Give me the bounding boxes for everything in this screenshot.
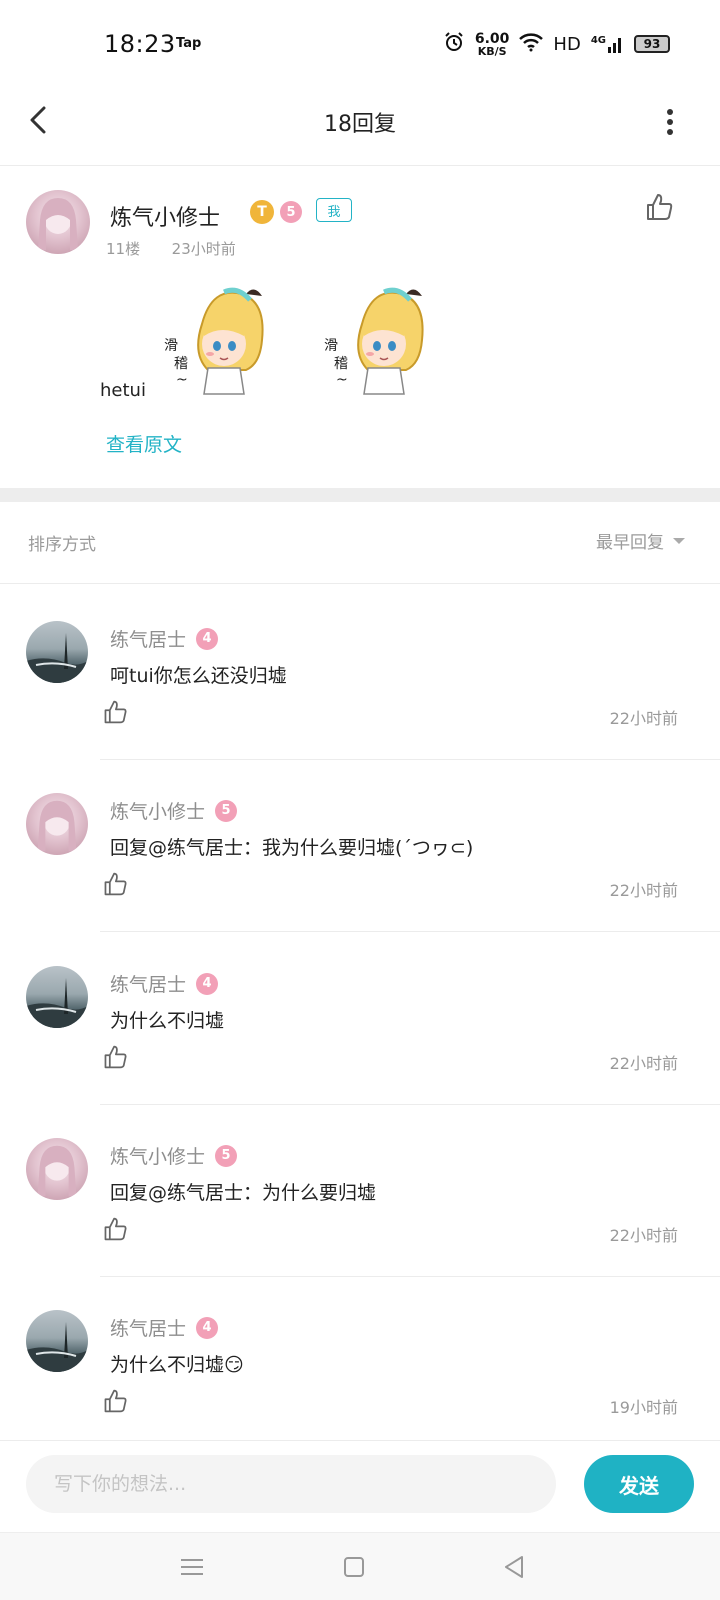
reply-avatar[interactable] — [26, 793, 88, 855]
reply-time: 22小时前 — [609, 1054, 678, 1073]
sticker-caption: 滑 — [164, 337, 178, 354]
reply-item: 练气居士 4 为什么不归墟😏 19小时前 — [0, 1274, 720, 1440]
page-title: 18回复 — [324, 112, 396, 137]
hd-indicator: HD — [553, 33, 581, 55]
net-speed-unit: KB/S — [477, 44, 507, 58]
battery-icon: 93 — [634, 35, 670, 53]
reply-text: 呵tui你怎么还没归墟 — [110, 665, 287, 687]
thumbs-up-icon — [104, 700, 127, 724]
signal-icon: 4G — [591, 35, 624, 53]
reply-text: 为什么不归墟😏 — [110, 1354, 244, 1376]
post-time: 23小时前 — [171, 240, 236, 258]
post-floor: 11楼 — [106, 240, 141, 258]
level-badge: 4 — [196, 1316, 219, 1339]
thumbs-up-icon — [104, 872, 127, 896]
reply-text: 回复@练气居士：为什么要归墟 — [110, 1182, 377, 1204]
view-original-link[interactable]: 查看原文 — [106, 430, 182, 457]
thumbs-up-icon — [647, 194, 673, 220]
reply-item: 练气居士 4 为什么不归墟 22小时前 — [0, 930, 720, 1105]
reply-item: 炼气小修士 5 回复@练气居士：我为什么要归墟(´つヮ⊂) 22小时前 — [0, 757, 720, 932]
home-nav-button[interactable] — [338, 1551, 370, 1583]
reply-author: 炼气小修士 5 — [110, 1142, 238, 1169]
sort-dropdown[interactable]: 最早回复 — [596, 528, 686, 553]
level-badge: 5 — [280, 201, 302, 223]
menu-icon — [181, 1559, 203, 1575]
level-badge: 4 — [196, 972, 219, 995]
reply-avatar[interactable] — [26, 621, 88, 683]
reply-like-button[interactable] — [102, 699, 128, 725]
svg-text:滑: 滑 — [324, 337, 338, 354]
reply-author: 练气居士 4 — [110, 1314, 219, 1341]
comment-bar: 发送 — [0, 1440, 720, 1532]
home-square-icon — [344, 1557, 364, 1577]
caret-down-icon — [673, 537, 685, 544]
net-speed-value: 6.00 — [474, 30, 510, 47]
reply-time: 22小时前 — [609, 709, 678, 728]
reply-text: 回复@练气居士：我为什么要归墟(´つヮ⊂) — [110, 837, 474, 859]
reply-like-button[interactable] — [102, 871, 128, 897]
top-bar: 18回复 — [0, 80, 720, 166]
back-nav-button[interactable] — [498, 1551, 530, 1583]
level-badge: 5 — [215, 1144, 238, 1167]
send-button[interactable]: 发送 — [584, 1455, 694, 1513]
reply-author-name[interactable]: 练气居士 — [110, 970, 186, 997]
thumbs-up-icon — [104, 1217, 127, 1241]
thumbs-up-icon — [104, 1045, 127, 1069]
reply-text: 为什么不归墟 — [110, 1010, 225, 1032]
reply-avatar[interactable] — [26, 1138, 88, 1200]
more-button[interactable] — [660, 102, 680, 142]
reply-time: 19小时前 — [609, 1398, 678, 1417]
system-nav-bar — [0, 1532, 720, 1600]
status-time: 18:23 — [104, 30, 176, 58]
title-badge: T — [250, 200, 274, 224]
reply-author: 练气居士 4 — [110, 625, 219, 652]
svg-text:稽: 稽 — [174, 356, 188, 372]
me-tag: 我 — [316, 198, 352, 222]
svg-text:~: ~ — [176, 372, 188, 388]
reply-author-name[interactable]: 炼气小修士 — [110, 797, 205, 824]
menu-nav-button[interactable] — [176, 1551, 208, 1583]
reply-author-name[interactable]: 炼气小修士 — [110, 1142, 205, 1169]
reply-author-name[interactable]: 练气居士 — [110, 625, 186, 652]
level-badge: 5 — [215, 799, 238, 822]
reply-time: 22小时前 — [609, 1226, 678, 1245]
reply-author: 炼气小修士 5 — [110, 797, 238, 824]
more-vertical-icon — [667, 109, 673, 135]
reply-author: 练气居士 4 — [110, 970, 219, 997]
reply-list: 练气居士 4 呵tui你怎么还没归墟 22小时前 炼气小修士 5 回复@练气居士… — [0, 585, 720, 1440]
post-author-avatar[interactable] — [26, 190, 90, 254]
post-text: hetui — [100, 380, 146, 401]
status-bar: 18:23 Tap 6.00 KB/S HD 4G 93 — [0, 0, 720, 80]
reply-avatar[interactable] — [26, 966, 88, 1028]
sticker-image[interactable]: 滑 稽 ~ — [322, 284, 430, 396]
reply-like-button[interactable] — [102, 1044, 128, 1070]
reply-like-button[interactable] — [102, 1388, 128, 1414]
alarm-icon — [443, 31, 465, 57]
network-type: 4G — [590, 35, 606, 46]
sort-bar: 排序方式 最早回复 — [0, 502, 720, 584]
reply-avatar[interactable] — [26, 1310, 88, 1372]
post-author-name[interactable]: 炼气小修士 — [110, 200, 220, 232]
reply-item: 练气居士 4 呵tui你怎么还没归墟 22小时前 — [0, 585, 720, 760]
svg-text:~: ~ — [336, 372, 348, 388]
post-meta: 11楼 23小时前 — [106, 238, 236, 259]
reply-item: 炼气小修士 5 回复@练气居士：为什么要归墟 22小时前 — [0, 1102, 720, 1277]
reply-time: 22小时前 — [609, 881, 678, 900]
net-speed: 6.00 KB/S — [475, 32, 510, 57]
post-like-button[interactable] — [644, 192, 674, 222]
reply-like-button[interactable] — [102, 1216, 128, 1242]
svg-text:稽: 稽 — [334, 356, 348, 372]
back-triangle-icon — [505, 1556, 523, 1578]
comment-input[interactable] — [26, 1455, 556, 1513]
sort-value: 最早回复 — [596, 533, 664, 553]
status-icons: 6.00 KB/S HD 4G 93 — [443, 30, 670, 58]
wifi-icon — [519, 32, 544, 56]
status-app-tag: Tap — [176, 36, 202, 51]
level-badge: 4 — [196, 627, 219, 650]
reply-author-name[interactable]: 练气居士 — [110, 1314, 186, 1341]
sort-label: 排序方式 — [28, 535, 96, 555]
thumbs-up-icon — [104, 1389, 127, 1413]
sticker-image[interactable]: 滑 稽 ~ — [162, 284, 270, 396]
main-post: 炼气小修士 T 5 我 11楼 23小时前 滑 稽 ~ 滑 稽 ~ hetui … — [0, 166, 720, 502]
